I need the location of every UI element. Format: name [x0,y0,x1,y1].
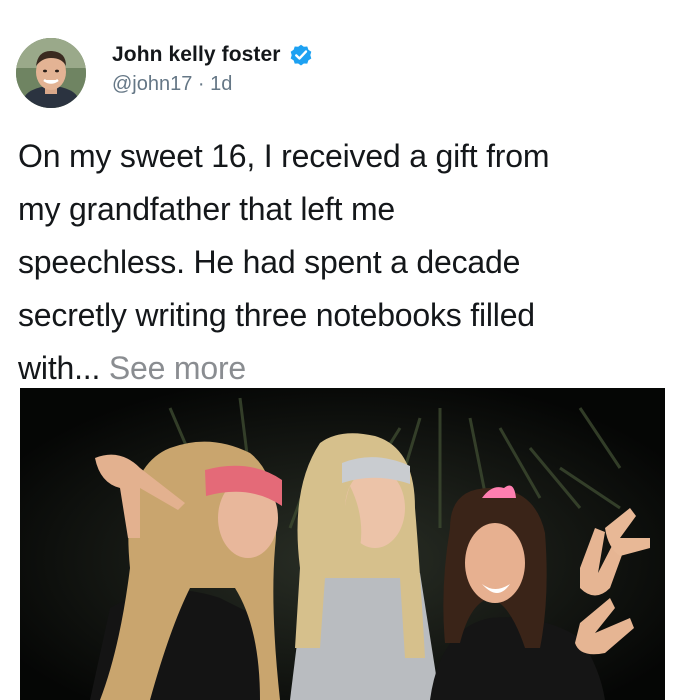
tweet-card: John kelly foster @john17 · 1d On my swe… [0,0,700,700]
tweet-text-line: speechless. He had spent a decade [18,244,521,280]
author-display-name[interactable]: John kelly foster [112,43,281,67]
meta-separator: · [192,73,211,95]
three-girls-posing-at-night-icon [20,388,665,700]
tweet-text-truncated: with... [18,350,109,386]
tweet-text: On my sweet 16, I received a gift from m… [18,130,688,395]
see-more-link[interactable]: See more [109,350,246,386]
verified-badge-icon [288,42,314,68]
avatar-photo-icon [16,38,86,108]
tweet-text-line: my grandfather that left me [18,191,396,227]
tweet-timestamp[interactable]: 1d [210,73,232,95]
tweet-text-line: secretly writing three notebooks filled [18,297,535,333]
author-avatar[interactable] [16,38,86,108]
tweet-photo[interactable] [20,388,665,700]
author-name-row: John kelly foster [112,40,314,70]
tweet-text-line: On my sweet 16, I received a gift from [18,138,550,174]
tweet-meta: @john17 · 1d [112,73,232,96]
author-handle[interactable]: @john17 [112,73,192,95]
